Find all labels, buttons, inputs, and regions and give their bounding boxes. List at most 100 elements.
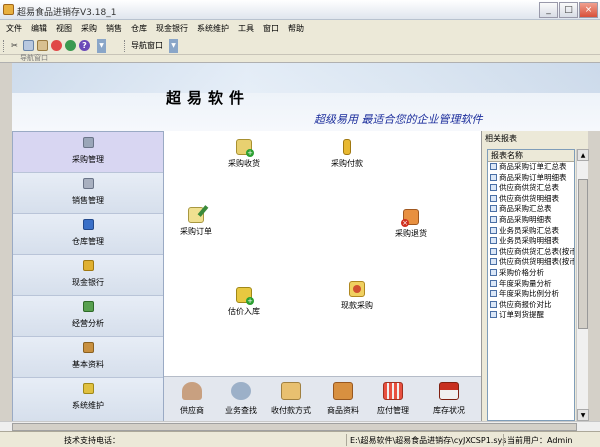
valuation-stock-in-icon: +	[236, 287, 254, 305]
report-item[interactable]: 商品采购订单明细表	[488, 173, 574, 184]
report-item-label: 年度采购量分析	[499, 278, 552, 288]
sidebar-item-system[interactable]: 系统维护	[13, 378, 163, 421]
quick-label: 收付款方式	[271, 406, 311, 415]
horizontal-scrollbar[interactable]	[0, 421, 600, 431]
menu-warehouse[interactable]: 仓库	[131, 23, 147, 34]
scroll-up-arrow-icon[interactable]: ▲	[577, 149, 589, 161]
menu-file[interactable]: 文件	[6, 23, 22, 34]
menu-tools[interactable]: 工具	[238, 23, 254, 34]
minimize-button[interactable]: _	[539, 2, 558, 18]
menu-purchase[interactable]: 采购	[81, 23, 97, 34]
report-icon	[490, 226, 497, 234]
menu-cash-bank[interactable]: 现金银行	[156, 23, 188, 34]
workflow-purchase-receipt[interactable]: + 采购收货	[222, 139, 266, 169]
menu-window[interactable]: 窗口	[263, 23, 279, 34]
workflow-label: 采购退货	[395, 229, 427, 238]
inventory-status-icon	[439, 382, 459, 400]
scroll-thumb[interactable]	[578, 179, 588, 329]
purchase-order-icon	[188, 205, 209, 223]
report-item[interactable]: 采购价格分析	[488, 268, 574, 279]
basic-data-module-icon	[83, 342, 94, 353]
workflow-cash-purchase[interactable]: 现款采购	[335, 281, 379, 311]
toolbar: ✂ ? ▼ 导航窗口 ▼	[0, 37, 600, 55]
quick-payment-method[interactable]: 收付款方式	[266, 382, 316, 416]
report-item[interactable]: 商品采购汇总表	[488, 204, 574, 215]
report-icon	[490, 184, 497, 192]
sidebar-item-sales[interactable]: 销售管理	[13, 173, 163, 214]
nav-window-button[interactable]: 导航窗口	[131, 40, 163, 51]
report-item[interactable]: 供应商报价对比	[488, 300, 574, 311]
workflow-canvas: + 采购收货 采购付款 采购订单 × 采购退货 + 估价入库 现款采购	[164, 131, 481, 376]
report-icon	[490, 215, 497, 223]
scroll-down-arrow-icon[interactable]: ▼	[577, 409, 589, 421]
report-item-label: 商品采购明细表	[499, 214, 552, 224]
record-icon[interactable]	[51, 40, 62, 51]
banner-slogan: 超级易用 最适合您的企业管理软件	[314, 113, 483, 126]
report-item[interactable]: 供应商供货明细表	[488, 194, 574, 205]
quick-supplier[interactable]: 供应商	[167, 382, 217, 416]
report-item-label: 业务员采购汇总表	[499, 225, 559, 235]
sidebar-item-purchase[interactable]: 采购管理	[13, 132, 163, 173]
help-icon[interactable]: ?	[79, 40, 90, 51]
report-icon	[490, 194, 497, 202]
report-item-label: 商品采购汇总表	[499, 204, 552, 214]
related-reports-panel: 相关报表 报表名称 商品采购订单汇总表 商品采购订单明细表 供应商供货汇总表 供应商供…	[481, 131, 589, 421]
report-item[interactable]: 年度采购量分析	[488, 279, 574, 290]
workflow-purchase-payment[interactable]: 采购付款	[325, 139, 369, 169]
report-icon	[490, 205, 497, 213]
report-item[interactable]: 年度采购比例分析	[488, 289, 574, 300]
report-item[interactable]: 业务员采购明细表	[488, 236, 574, 247]
sales-module-icon	[83, 178, 94, 189]
toolbar-grip[interactable]	[3, 40, 6, 52]
quick-label: 商品资料	[327, 406, 359, 415]
report-item[interactable]: 商品采购明细表	[488, 215, 574, 226]
sidebar-item-analysis[interactable]: 经营分析	[13, 296, 163, 337]
toolbar-overflow-icon-2[interactable]: ▼	[169, 39, 178, 53]
copy-icon[interactable]	[23, 40, 34, 51]
close-button[interactable]: ×	[579, 2, 598, 18]
workflow-label: 现款采购	[341, 301, 373, 310]
report-item-label: 采购价格分析	[499, 267, 544, 277]
quick-payables[interactable]: 应付管理	[368, 382, 418, 416]
related-reports-title: 相关报表	[485, 134, 517, 143]
quick-business-search[interactable]: 业务查找	[216, 382, 266, 416]
app-icon	[3, 4, 14, 15]
report-item[interactable]: 供应商供货汇总表(按币种)	[488, 247, 574, 258]
sidebar-item-warehouse[interactable]: 仓库管理	[13, 214, 163, 255]
sidebar-item-basic-data[interactable]: 基本资料	[13, 337, 163, 378]
toolbar-overflow-icon[interactable]: ▼	[97, 39, 106, 53]
cut-icon[interactable]: ✂	[9, 40, 20, 51]
report-item[interactable]: 供应商供货明细表(按币种)	[488, 257, 574, 268]
menu-edit[interactable]: 编辑	[31, 23, 47, 34]
report-list-header[interactable]: 报表名称	[488, 150, 574, 162]
report-item[interactable]: 业务员采购汇总表	[488, 226, 574, 237]
globe-icon[interactable]	[65, 40, 76, 51]
workflow-purchase-order[interactable]: 采购订单	[174, 205, 218, 237]
menu-help[interactable]: 帮助	[288, 23, 304, 34]
report-item-label: 订单到货提醒	[499, 310, 544, 320]
menu-sales[interactable]: 销售	[106, 23, 122, 34]
paste-icon[interactable]	[37, 40, 48, 51]
report-list-scrollbar[interactable]: ▲ ▼	[576, 149, 589, 421]
report-item[interactable]: 商品采购订单汇总表	[488, 162, 574, 173]
workflow-valuation-stock-in[interactable]: + 估价入库	[222, 287, 266, 317]
horizontal-scroll-thumb[interactable]	[12, 423, 577, 431]
report-icon	[490, 247, 497, 255]
sidebar-item-cash-bank[interactable]: 现金银行	[13, 255, 163, 296]
quick-inventory-status[interactable]: 库存状况	[424, 382, 474, 416]
menu-bar: 文件 编辑 视图 采购 销售 仓库 现金银行 系统维护 工具 窗口 帮助	[0, 20, 600, 37]
quick-product-data[interactable]: 商品资料	[318, 382, 368, 416]
toolbar-grip-2[interactable]	[124, 40, 127, 52]
quick-label: 业务查找	[225, 406, 257, 415]
menu-system[interactable]: 系统维护	[197, 23, 229, 34]
maximize-button[interactable]: □	[559, 2, 578, 18]
module-sidebar: 采购管理 销售管理 仓库管理 现金银行 经营分析 基本资料 系统维护	[12, 131, 164, 421]
quick-label: 供应商	[180, 406, 204, 415]
report-icon	[490, 237, 497, 245]
workflow-purchase-return[interactable]: × 采购退货	[389, 209, 433, 239]
report-item[interactable]: 订单到货提醒	[488, 310, 574, 321]
report-item[interactable]: 供应商供货汇总表	[488, 183, 574, 194]
report-icon	[490, 311, 497, 319]
menu-view[interactable]: 视图	[56, 23, 72, 34]
quick-label: 库存状况	[433, 406, 465, 415]
